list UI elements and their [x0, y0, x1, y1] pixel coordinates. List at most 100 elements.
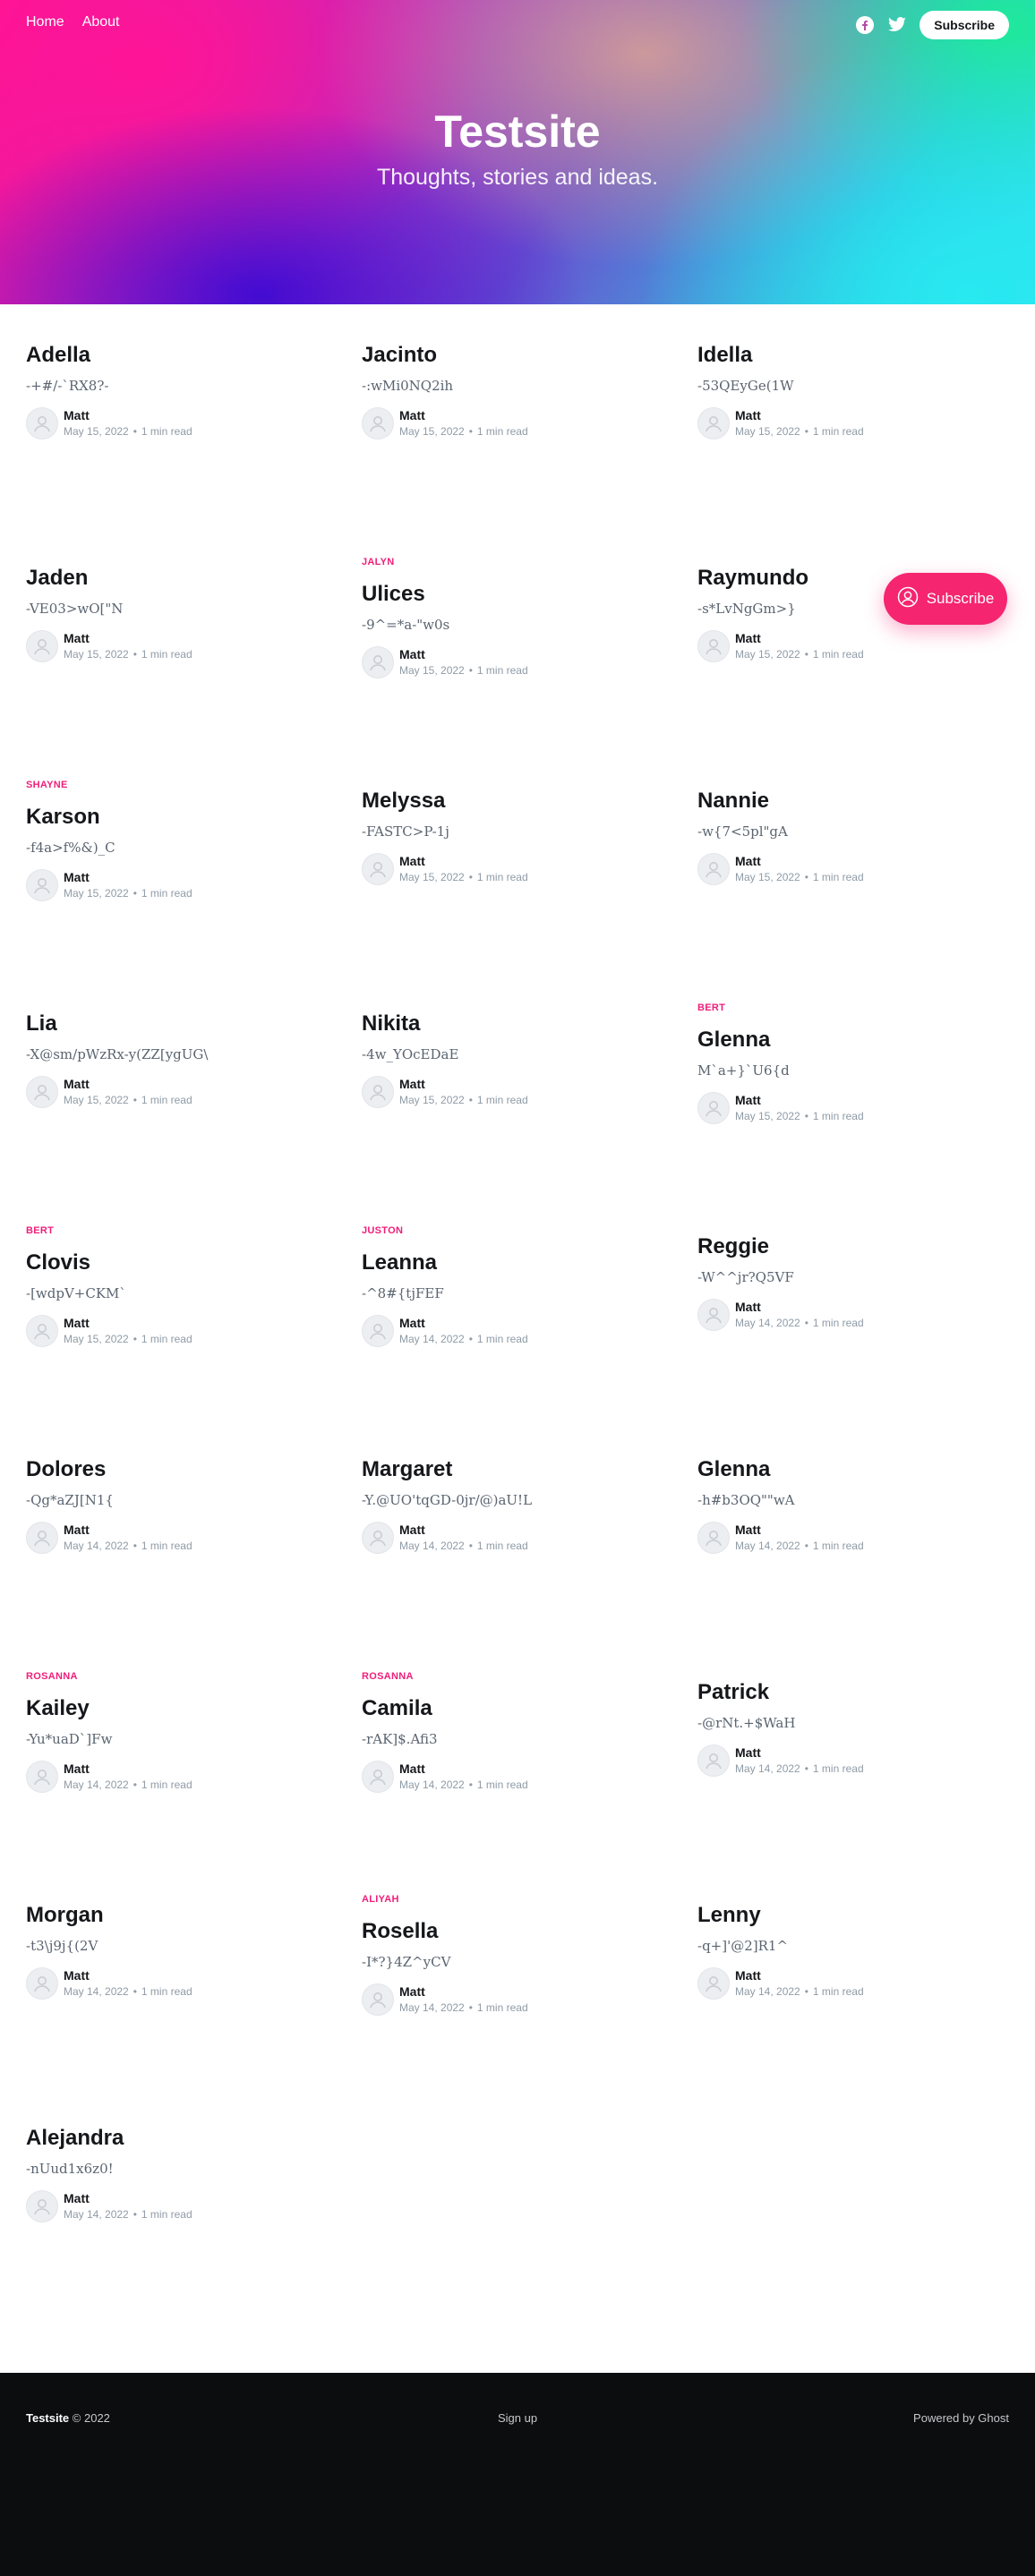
post-author[interactable]: Matt	[735, 1093, 864, 1107]
avatar-icon[interactable]	[697, 1522, 730, 1554]
header-subscribe-button[interactable]: Subscribe	[920, 11, 1009, 39]
post-author[interactable]: Matt	[64, 1761, 192, 1776]
post-title[interactable]: Ulices	[362, 582, 657, 607]
post-author[interactable]: Matt	[399, 1523, 528, 1537]
post-card[interactable]: JALYN Ulices -9^=*a-"w0s Matt May 15, 20…	[362, 557, 657, 678]
avatar-icon[interactable]	[362, 853, 394, 885]
post-card[interactable]: Adella -+#/-`RX8?- Matt May 15, 2022 • 1 m…	[26, 318, 321, 439]
post-author[interactable]: Matt	[735, 1745, 864, 1760]
post-title[interactable]: Morgan	[26, 1903, 321, 1928]
post-tag[interactable]: BERT	[26, 1225, 321, 1238]
post-tag[interactable]: ROSANNA	[362, 1671, 657, 1684]
post-title[interactable]: Glenna	[697, 1028, 993, 1053]
post-card[interactable]: JUSTON Leanna -^8#{tjFEF Matt May 14, 20…	[362, 1225, 657, 1347]
post-title[interactable]: Reggie	[697, 1234, 993, 1259]
post-title[interactable]: Jaden	[26, 566, 321, 591]
post-tag[interactable]: JALYN	[362, 557, 657, 569]
post-author[interactable]: Matt	[64, 870, 192, 884]
facebook-icon[interactable]	[855, 15, 875, 35]
post-card[interactable]: Lia -X@sm/pWzRx-y(ZZ[ygUG\ Matt May 15, …	[26, 986, 321, 1108]
post-title[interactable]: Nannie	[697, 789, 993, 814]
post-title[interactable]: Clovis	[26, 1250, 321, 1275]
avatar-icon[interactable]	[697, 1299, 730, 1331]
post-card[interactable]: Alejandra -nUud1x6z0! Matt May 14, 2022 •…	[26, 2101, 321, 2222]
post-title[interactable]: Dolores	[26, 1457, 321, 1482]
post-author[interactable]: Matt	[64, 1523, 192, 1537]
post-tag[interactable]: SHAYNE	[26, 780, 321, 792]
post-author[interactable]: Matt	[64, 1316, 192, 1330]
post-author[interactable]: Matt	[735, 1968, 864, 1983]
post-title[interactable]: Idella	[697, 343, 993, 368]
avatar-icon[interactable]	[362, 646, 394, 678]
post-author[interactable]: Matt	[735, 631, 864, 645]
post-title[interactable]: Adella	[26, 343, 321, 368]
post-author[interactable]: Matt	[399, 854, 528, 868]
post-card[interactable]: SHAYNE Karson -f4a>f%&)_C Matt May 15, 2…	[26, 780, 321, 901]
post-author[interactable]: Matt	[399, 1316, 528, 1330]
avatar-icon[interactable]	[26, 1522, 58, 1554]
post-title[interactable]: Margaret	[362, 1457, 657, 1482]
footer-powered-link[interactable]: Powered by Ghost	[913, 2411, 1009, 2425]
post-author[interactable]: Matt	[399, 1077, 528, 1091]
post-author[interactable]: Matt	[399, 647, 528, 661]
post-tag[interactable]: JUSTON	[362, 1225, 657, 1238]
post-card[interactable]: Margaret -Y.@UO'tqGD-0jr/@)aU!L Matt May…	[362, 1432, 657, 1554]
post-card[interactable]: Jaden -VE03>wO["N Matt May 15, 2022 • 1 mi…	[26, 541, 321, 662]
post-author[interactable]: Matt	[399, 408, 528, 422]
post-author[interactable]: Matt	[735, 854, 864, 868]
post-tag[interactable]: ALIYAH	[362, 1894, 657, 1906]
floating-subscribe-button[interactable]: Subscribe	[884, 573, 1007, 625]
post-title[interactable]: Lenny	[697, 1903, 993, 1928]
avatar-icon[interactable]	[697, 1092, 730, 1124]
post-author[interactable]: Matt	[64, 408, 192, 422]
post-author[interactable]: Matt	[735, 1523, 864, 1537]
post-title[interactable]: Nikita	[362, 1011, 657, 1036]
post-card[interactable]: Jacinto -:wMi0NQ2ih Matt May 15, 2022 • 1 …	[362, 318, 657, 439]
post-title[interactable]: Kailey	[26, 1696, 321, 1721]
avatar-icon[interactable]	[697, 853, 730, 885]
avatar-icon[interactable]	[362, 1761, 394, 1793]
post-title[interactable]: Leanna	[362, 1250, 657, 1275]
post-title[interactable]: Patrick	[697, 1680, 993, 1705]
post-author[interactable]: Matt	[735, 1300, 864, 1314]
avatar-icon[interactable]	[362, 1983, 394, 2016]
post-author[interactable]: Matt	[64, 2191, 192, 2205]
post-title[interactable]: Lia	[26, 1011, 321, 1036]
post-card[interactable]: Patrick -@rNt.+$WaH Matt May 14, 2022 • 1 …	[697, 1655, 993, 1777]
avatar-icon[interactable]	[26, 1761, 58, 1793]
nav-home-link[interactable]: Home	[26, 14, 64, 30]
post-author[interactable]: Matt	[64, 631, 192, 645]
post-card[interactable]: ALIYAH Rosella -I*?}4Z^yCV Matt May 14, …	[362, 1894, 657, 2016]
post-author[interactable]: Matt	[399, 1984, 528, 1999]
post-tag[interactable]: BERT	[697, 1002, 993, 1015]
twitter-icon[interactable]	[887, 15, 907, 35]
avatar-icon[interactable]	[362, 1522, 394, 1554]
post-title[interactable]: Camila	[362, 1696, 657, 1721]
post-card[interactable]: Nannie -w{7<5pl"gA Matt May 15, 2022 • 1 m…	[697, 763, 993, 885]
post-card[interactable]: Nikita -4w_YOcEDaE Matt May 15, 2022 • 1 m…	[362, 986, 657, 1108]
post-tag[interactable]: ROSANNA	[26, 1671, 321, 1684]
avatar-icon[interactable]	[362, 1076, 394, 1108]
post-card[interactable]: Dolores -Qg*aZJ[N1{ Matt May 14, 2022 • 1 …	[26, 1432, 321, 1554]
post-card[interactable]: Glenna -h#b3OQ""wA Matt May 14, 2022 • 1 m…	[697, 1432, 993, 1554]
post-title[interactable]: Melyssa	[362, 789, 657, 814]
avatar-icon[interactable]	[697, 407, 730, 439]
post-title[interactable]: Karson	[26, 805, 321, 830]
post-author[interactable]: Matt	[399, 1761, 528, 1776]
avatar-icon[interactable]	[26, 1315, 58, 1347]
post-card[interactable]: ROSANNA Kailey -Yu*uaD`]Fw Matt May 14, …	[26, 1671, 321, 1793]
avatar-icon[interactable]	[697, 1967, 730, 2000]
avatar-icon[interactable]	[362, 407, 394, 439]
avatar-icon[interactable]	[697, 630, 730, 662]
post-card[interactable]: Melyssa -FASTC>P-1j Matt May 15, 2022 • 1 …	[362, 763, 657, 885]
post-author[interactable]: Matt	[64, 1968, 192, 1983]
post-title[interactable]: Alejandra	[26, 2126, 321, 2151]
avatar-icon[interactable]	[26, 1967, 58, 2000]
post-title[interactable]: Glenna	[697, 1457, 993, 1482]
avatar-icon[interactable]	[26, 630, 58, 662]
post-card[interactable]: Morgan -t3\j9j{(2V Matt May 14, 2022 • 1 m…	[26, 1878, 321, 2000]
post-author[interactable]: Matt	[64, 1077, 192, 1091]
post-card[interactable]: BERT Clovis -[wdpV+CKM` Matt May 15, 202…	[26, 1225, 321, 1347]
post-card[interactable]: BERT Glenna M`a+}`U6{d Matt May 15, 2022…	[697, 1002, 993, 1124]
nav-about-link[interactable]: About	[82, 14, 120, 30]
